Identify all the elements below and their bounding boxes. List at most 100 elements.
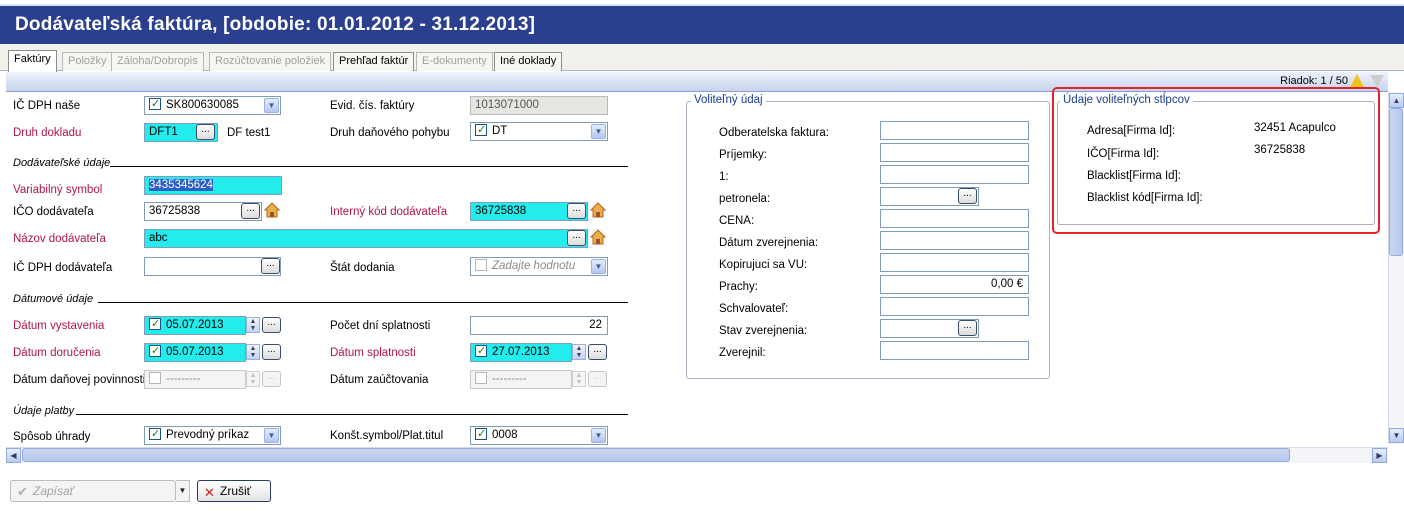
sposob-uhrady-label: Spôsob úhrady <box>13 431 91 443</box>
datum-danovej-field[interactable]: --------- <box>144 370 246 389</box>
druh-dan-pohybu-value: DT <box>492 125 508 137</box>
close-icon: ✕ <box>204 485 215 500</box>
sposob-uhrady-checkbox[interactable] <box>149 427 161 443</box>
konst-symbol-label: Konšt.symbol/Plat.titul <box>330 430 444 442</box>
volitelny-field[interactable] <box>880 121 1029 140</box>
datum-zauctovania-field[interactable]: --------- <box>470 370 572 389</box>
section-dodavatel: Dodávateľské údaje <box>13 157 111 169</box>
datum-dorucenia-calendar-button[interactable]: ... <box>262 344 281 360</box>
home-icon[interactable] <box>590 229 606 245</box>
ic-dph-nase-select[interactable]: SK800630085 ▼ <box>144 96 281 115</box>
scroll-left-icon[interactable]: ◀ <box>6 448 21 463</box>
datum-danovej-spinner[interactable]: ▲ ▼ <box>246 371 260 387</box>
scroll-up-icon[interactable]: ▲ <box>1389 93 1404 108</box>
volitelny-label: Dátum zverejnenia: <box>719 237 819 249</box>
datum-vystavenia-checkbox[interactable] <box>149 317 161 333</box>
konst-symbol-checkbox[interactable] <box>475 427 487 443</box>
cancel-button[interactable]: ✕ Zrušiť <box>197 480 271 502</box>
nazov-dodavatela-field[interactable]: abc <box>144 229 588 248</box>
volitelny-label: Príjemky: <box>719 149 767 161</box>
home-icon[interactable] <box>264 202 280 218</box>
datum-vystavenia-calendar-button[interactable]: ... <box>262 317 281 333</box>
filter-icon[interactable] <box>1370 75 1384 87</box>
ic-dph-dodavatela-lookup-button[interactable]: ... <box>261 258 280 274</box>
nazov-dodavatela-lookup-button[interactable]: ... <box>567 230 586 246</box>
datum-dorucenia-spinner[interactable]: ▲ ▼ <box>246 344 260 360</box>
stat-dodania-checkbox[interactable] <box>475 259 487 271</box>
home-icon[interactable] <box>590 202 606 218</box>
tab-e-dokumenty[interactable]: E-dokumenty <box>416 52 493 71</box>
datum-zauctovania-checkbox[interactable] <box>475 372 487 384</box>
volitelny-field[interactable] <box>880 209 1029 228</box>
datum-zauctovania-calendar-button[interactable]: ... <box>588 371 607 387</box>
datum-vystavenia-spinner[interactable]: ▲ ▼ <box>246 317 260 333</box>
stlpce-label: Adresa[Firma Id]: <box>1087 125 1176 137</box>
tab-faktury[interactable]: Faktúry <box>8 50 57 72</box>
konst-symbol-select[interactable]: 0008 ▼ <box>470 426 608 445</box>
petronela-lookup-button[interactable]: ... <box>958 188 977 204</box>
sposob-uhrady-value: Prevodný príkaz <box>166 429 250 441</box>
scroll-down-icon[interactable]: ▼ <box>1389 428 1404 443</box>
save-options-dropdown[interactable]: ▼ <box>176 480 190 502</box>
cancel-button-label: Zrušiť <box>220 484 252 498</box>
ic-dph-dodavatela-label: IČ DPH dodávateľa <box>13 262 113 274</box>
chevron-down-icon[interactable]: ▼ <box>591 259 606 274</box>
druh-dokladu-lookup-button[interactable]: ... <box>196 124 215 140</box>
ic-dph-nase-checkbox[interactable] <box>149 97 161 113</box>
datum-splatnosti-field[interactable]: 27.07.2013 <box>470 343 572 362</box>
pocet-dni-field[interactable]: 22 <box>470 316 608 335</box>
stat-dodania-select[interactable]: Zadajte hodnotu ▼ <box>470 257 608 276</box>
volitelny-label: CENA: <box>719 215 755 227</box>
variabilny-symbol-field[interactable]: 3435345624 <box>144 176 282 195</box>
datum-splatnosti-calendar-button[interactable]: ... <box>588 344 607 360</box>
tab-rozuctovanie[interactable]: Rozúčtovanie položiek <box>209 52 332 71</box>
datum-danovej-checkbox[interactable] <box>149 372 161 384</box>
stav-zverejnenia-lookup-button[interactable]: ... <box>958 320 977 336</box>
datum-splatnosti-label: Dátum splatnosti <box>330 347 416 359</box>
volitelny-field[interactable] <box>880 165 1029 184</box>
druh-dan-pohybu-select[interactable]: DT ▼ <box>470 122 608 141</box>
datum-splatnosti-checkbox[interactable] <box>475 344 487 360</box>
volitelny-field[interactable] <box>880 143 1029 162</box>
datum-zauctovania-label: Dátum zaúčtovania <box>330 374 429 386</box>
tab-zaloha-dobropis[interactable]: Záloha/Dobropis <box>111 52 204 71</box>
datum-vystavenia-field[interactable]: 05.07.2013 <box>144 316 246 335</box>
chevron-down-icon[interactable]: ▼ <box>264 428 279 443</box>
chevron-down-icon[interactable]: ▼ <box>591 428 606 443</box>
interny-kod-lookup-button[interactable]: ... <box>567 203 586 219</box>
scroll-right-icon[interactable]: ▶ <box>1372 448 1387 463</box>
druh-dan-pohybu-checkbox[interactable] <box>475 123 487 139</box>
volitelne-stlpce-group <box>1057 101 1375 225</box>
save-button[interactable]: ✔ Zapísať <box>10 480 176 502</box>
sposob-uhrady-select[interactable]: Prevodný príkaz ▼ <box>144 426 281 445</box>
ic-dph-nase-label: IČ DPH naše <box>13 100 81 112</box>
section-platba: Údaje platby <box>13 405 75 417</box>
volitelny-field[interactable] <box>880 297 1029 316</box>
volitelny-field[interactable] <box>880 253 1029 272</box>
prachy-field[interactable]: 0,00 € <box>880 275 1029 294</box>
chevron-down-icon[interactable]: ▼ <box>264 98 279 113</box>
check-icon: ✔ <box>17 484 28 499</box>
datum-danovej-value: --------- <box>166 373 201 385</box>
volitelny-label: Zverejnil: <box>719 347 766 359</box>
datum-danovej-calendar-button[interactable]: ... <box>262 371 281 387</box>
volitelny-field[interactable] <box>880 231 1029 250</box>
tab-ine-doklady[interactable]: Iné doklady <box>494 52 563 71</box>
horizontal-scroll-thumb[interactable] <box>22 448 1290 462</box>
chevron-down-icon[interactable]: ▼ <box>591 124 606 139</box>
tab-strip: Faktúry Položky Záloha/Dobropis Rozúčtov… <box>0 44 1404 72</box>
vertical-scroll-thumb[interactable] <box>1389 108 1403 256</box>
ico-dodavatela-lookup-button[interactable]: ... <box>241 203 260 219</box>
tab-polozky[interactable]: Položky <box>62 52 113 71</box>
stlpce-value: 32451 Acapulco <box>1254 122 1336 134</box>
datum-dorucenia-checkbox[interactable] <box>149 344 161 360</box>
row-counter: Riadok: 1 / 50 <box>1280 75 1348 87</box>
evid-cis-field[interactable]: 1013071000 <box>470 96 608 115</box>
datum-dorucenia-field[interactable]: 05.07.2013 <box>144 343 246 362</box>
volitelny-field[interactable] <box>880 341 1029 360</box>
tab-prehlad-faktur[interactable]: Prehľad faktúr <box>333 52 415 71</box>
datum-zauctovania-spinner[interactable]: ▲ ▼ <box>572 371 586 387</box>
datum-splatnosti-spinner[interactable]: ▲ ▼ <box>572 344 586 360</box>
datum-vystavenia-label: Dátum vystavenia <box>13 320 105 332</box>
warning-icon[interactable] <box>1350 74 1364 87</box>
